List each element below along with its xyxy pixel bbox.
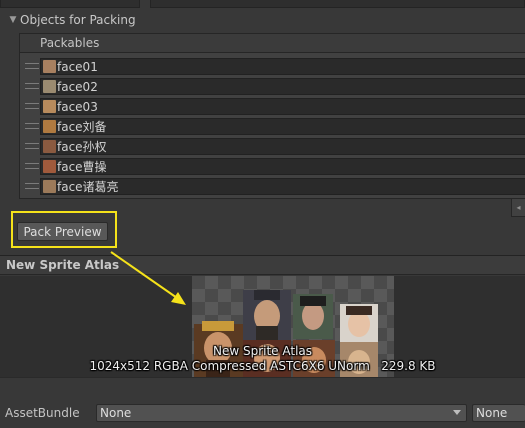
packable-object-field[interactable]: face诸葛亮 xyxy=(40,178,525,195)
asset-bundle-name-value: None xyxy=(100,406,132,420)
sprite-thumbnail-icon xyxy=(43,140,56,153)
packable-row[interactable]: face02 xyxy=(20,76,525,96)
asset-bundle-label: AssetBundle xyxy=(5,406,80,420)
packable-object-field[interactable]: face孙权 xyxy=(40,138,525,155)
packable-object-label: face刘备 xyxy=(57,120,107,134)
atlas-info-label: 1024x512 RGBA Compressed ASTC6X6 UNorm 2… xyxy=(89,359,436,373)
drag-handle-icon[interactable] xyxy=(25,163,39,169)
drag-handle-icon[interactable] xyxy=(25,103,39,109)
pack-preview-button[interactable]: Pack Preview xyxy=(17,222,108,241)
asset-bundle-variant-value: None xyxy=(476,406,508,420)
top-field-left xyxy=(0,0,140,8)
objects-for-packing-foldout[interactable]: ▼ Objects for Packing xyxy=(0,11,525,29)
asset-bundle-name-select[interactable]: None xyxy=(96,404,467,422)
sprite-thumbnail-icon xyxy=(43,160,56,173)
packables-header-label: Packables xyxy=(40,36,100,50)
drag-handle-icon[interactable] xyxy=(25,183,39,189)
packables-list: Packables face01 face02 face03 face刘备 face孙权… xyxy=(19,33,525,199)
portrait-face03 xyxy=(340,304,378,342)
preview-header[interactable]: New Sprite Atlas xyxy=(0,256,525,275)
packable-row[interactable]: face诸葛亮 xyxy=(20,176,525,196)
portrait-zhuge xyxy=(243,290,291,340)
sprite-thumbnail-icon xyxy=(43,80,56,93)
packable-object-label: face诸葛亮 xyxy=(57,180,119,194)
packable-row[interactable]: face曹操 xyxy=(20,156,525,176)
sprite-thumbnail-icon xyxy=(43,120,56,133)
packable-object-label: face孙权 xyxy=(57,140,107,154)
foldout-triangle-icon[interactable]: ▼ xyxy=(6,13,20,27)
packable-object-field[interactable]: face01 xyxy=(40,58,525,75)
packable-object-label: face01 xyxy=(57,59,98,74)
top-partial-fields xyxy=(0,0,525,8)
packable-object-label: face03 xyxy=(57,99,98,114)
sprite-thumbnail-icon xyxy=(43,100,56,113)
portrait-face02 xyxy=(293,294,333,339)
chevron-down-icon xyxy=(453,410,461,415)
drag-handle-icon[interactable] xyxy=(25,83,39,89)
drag-handle-icon[interactable] xyxy=(25,63,39,69)
asset-bundle-variant-select[interactable]: None xyxy=(472,404,525,422)
packable-row[interactable]: face01 xyxy=(20,56,525,76)
packable-row[interactable]: face孙权 xyxy=(20,136,525,156)
top-field-right xyxy=(150,0,525,8)
packable-object-field[interactable]: face刘备 xyxy=(40,118,525,135)
packable-object-field[interactable]: face02 xyxy=(40,78,525,95)
packables-list-header: Packables xyxy=(20,34,525,53)
packable-object-label: face曹操 xyxy=(57,160,107,174)
drag-handle-icon[interactable] xyxy=(25,143,39,149)
packables-rows: face01 face02 face03 face刘备 face孙权 face曹操 face… xyxy=(20,56,525,196)
atlas-name-label: New Sprite Atlas xyxy=(212,344,313,358)
sprite-thumbnail-icon xyxy=(43,60,56,73)
list-add-remove-footer[interactable]: ◂ xyxy=(511,199,525,217)
packable-object-field[interactable]: face03 xyxy=(40,98,525,115)
objects-for-packing-title: Objects for Packing xyxy=(20,13,136,27)
preview-title: New Sprite Atlas xyxy=(6,258,120,272)
packable-object-field[interactable]: face曹操 xyxy=(40,158,525,175)
packable-row[interactable]: face刘备 xyxy=(20,116,525,136)
packable-row[interactable]: face03 xyxy=(20,96,525,116)
packable-object-label: face02 xyxy=(57,79,98,94)
drag-handle-icon[interactable] xyxy=(25,123,39,129)
sprite-thumbnail-icon xyxy=(43,180,56,193)
